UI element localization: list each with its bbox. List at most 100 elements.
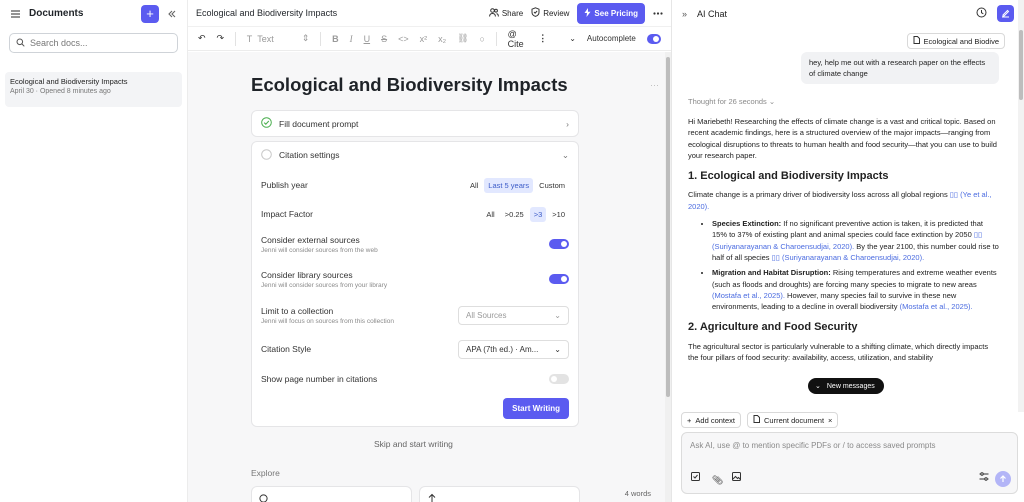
bold-icon[interactable]: B	[332, 34, 339, 44]
impact-factor-option[interactable]: >0.25	[501, 207, 528, 222]
close-icon[interactable]: ×	[828, 416, 832, 425]
attach-icon[interactable]: 📎︎	[712, 475, 723, 486]
explore-card[interactable]	[419, 486, 580, 502]
ai-chat-panel: » AI Chat Ecological and Biodive hey, he…	[671, 0, 1024, 502]
page-number-label: Show page number in citations	[261, 374, 378, 384]
redo-icon[interactable]: ↷	[217, 33, 225, 44]
chat-header: » AI Chat	[672, 0, 1024, 27]
cite-button[interactable]: @ Cite	[508, 29, 528, 49]
chat-scroll-thumb[interactable]	[1019, 30, 1023, 100]
document-list-item[interactable]: Ecological and Biodiversity Impacts Apri…	[5, 72, 182, 107]
chevron-down-icon[interactable]: ⌄	[569, 34, 576, 43]
page-number-toggle[interactable]	[549, 374, 569, 384]
screenshot-icon[interactable]	[691, 468, 700, 486]
citation-style-select[interactable]: APA (7th ed.) · Am... ⌄	[458, 339, 569, 359]
shield-check-icon	[531, 7, 540, 19]
arrow-up-icon	[999, 470, 1007, 488]
response-paragraph: Climate change is a primary driver of bi…	[688, 189, 1000, 212]
review-button[interactable]: Review	[531, 7, 569, 19]
ellipsis-icon[interactable]: ···	[650, 80, 659, 90]
external-sources-row: Consider external sources Jenni will con…	[261, 232, 569, 256]
history-icon[interactable]	[976, 5, 987, 23]
explore-card[interactable]	[251, 486, 412, 502]
fill-prompt-card[interactable]: Fill document prompt ›	[251, 110, 579, 137]
external-sources-toggle[interactable]	[549, 239, 569, 249]
editor-header: Ecological and Biodiversity Impacts Shar…	[188, 0, 671, 27]
document-icon	[913, 36, 920, 46]
current-document-chip[interactable]: Current document ×	[747, 412, 839, 428]
chat-input-box[interactable]: 📎︎	[681, 432, 1018, 494]
italic-icon[interactable]: I	[350, 34, 353, 44]
response-bullets: Species Extinction: If no significant pr…	[712, 218, 1000, 312]
check-circle-icon	[261, 117, 272, 130]
chevron-down-icon: ⌄	[561, 149, 569, 160]
app-window: Documents + Ecological and Biodiversity …	[0, 0, 1024, 502]
send-button[interactable]	[995, 471, 1011, 487]
text-style-icon: T	[246, 33, 253, 44]
explore-heading: Explore	[251, 468, 280, 478]
citation-link[interactable]: (Mostafa et al., 2025).	[900, 302, 973, 311]
collection-select[interactable]: All Sources ⌄	[458, 305, 569, 325]
share-button[interactable]: Share	[488, 7, 523, 19]
bullet-label: Species Extinction:	[712, 219, 782, 229]
new-document-button[interactable]: +	[141, 4, 159, 23]
sidebar-header: Documents +	[0, 0, 187, 27]
citation-link[interactable]: (Mostafa et al., 2025).	[712, 291, 785, 300]
search-docs-input[interactable]	[30, 38, 170, 48]
skip-link[interactable]: Skip and start writing	[374, 439, 453, 449]
thought-toggle[interactable]: Thought for 26 seconds ⌄	[688, 97, 775, 106]
menu-icon[interactable]	[10, 9, 21, 19]
library-sources-sub: Jenni will consider sources from your li…	[261, 281, 388, 289]
chat-input[interactable]	[690, 441, 990, 457]
impact-factor-option[interactable]: >10	[548, 207, 569, 222]
context-document-chip[interactable]: Ecological and Biodive	[906, 33, 1005, 49]
subscript-icon[interactable]: x₂	[438, 34, 446, 44]
strikethrough-icon[interactable]: S	[381, 34, 387, 44]
image-icon[interactable]	[732, 468, 741, 486]
text-style-dropdown[interactable]: T Text ⇕	[247, 33, 310, 44]
start-writing-button[interactable]: Start Writing	[503, 398, 569, 419]
document-item-meta: April 30 · Opened 8 minutes ago	[10, 88, 111, 95]
settings-sliders-icon[interactable]	[979, 468, 989, 486]
chevron-down-icon: ⌄	[768, 97, 776, 106]
collapse-chat-icon[interactable]: »	[682, 9, 687, 19]
search-icon	[16, 34, 25, 52]
circle-icon[interactable]: ○	[480, 34, 485, 44]
editor-pane: Ecological and Biodiversity Impacts Shar…	[188, 0, 671, 502]
undo-icon[interactable]: ↶	[198, 33, 206, 44]
see-pricing-button[interactable]: See Pricing	[577, 2, 645, 24]
toolbar-divider	[235, 31, 236, 46]
publish-year-option[interactable]: Custom	[535, 178, 569, 193]
library-sources-toggle[interactable]	[549, 274, 569, 284]
superscript-icon[interactable]: x²	[420, 34, 428, 44]
underline-icon[interactable]: U	[364, 34, 371, 44]
impact-factor-option[interactable]: All	[482, 207, 498, 222]
document-title[interactable]: Ecological and Biodiversity Impacts	[196, 8, 481, 18]
add-context-button[interactable]: + Add context	[681, 412, 741, 428]
chat-scrollbar[interactable]	[1018, 0, 1024, 412]
impact-factor-option-selected[interactable]: >3	[529, 206, 547, 222]
publish-year-option[interactable]: All	[466, 178, 482, 193]
code-icon[interactable]: <>	[398, 34, 409, 44]
impact-factor-label: Impact Factor	[261, 209, 313, 219]
editor-scroll-thumb[interactable]	[666, 57, 670, 397]
document-heading[interactable]: Ecological and Biodiversity Impacts	[251, 74, 568, 96]
more-options-icon[interactable]	[653, 11, 663, 15]
new-messages-button[interactable]: ⌄ New messages	[808, 378, 884, 394]
new-chat-button[interactable]	[997, 5, 1014, 22]
external-sources-label: Consider external sources	[261, 234, 360, 245]
citation-settings-label: Citation settings	[279, 150, 340, 160]
toolbar-more-icon[interactable]: ⋮	[538, 33, 547, 44]
bullet-item: Migration and Habitat Disruption: Rising…	[712, 267, 1000, 312]
autocomplete-toggle[interactable]	[646, 33, 661, 44]
assistant-response: Hi Mariebeth! Researching the effects of…	[688, 116, 1000, 369]
search-docs-field[interactable]	[9, 33, 178, 53]
citation-settings-header[interactable]: Citation settings ⌄	[252, 142, 578, 168]
impact-factor-segment: All >0.25 >3 >10	[482, 206, 569, 222]
collapse-sidebar-icon[interactable]	[167, 9, 177, 19]
collection-sub: Jenni will focus on sources from this co…	[261, 317, 394, 325]
citation-link[interactable]: ▯▯ (Suriyanarayanan & Charoensudjai, 202…	[772, 253, 925, 262]
link-icon[interactable]: ⛓	[457, 33, 468, 44]
publish-year-option-selected[interactable]: Last 5 years	[484, 177, 534, 193]
response-heading-1: 1. Ecological and Biodiversity Impacts	[688, 170, 889, 183]
